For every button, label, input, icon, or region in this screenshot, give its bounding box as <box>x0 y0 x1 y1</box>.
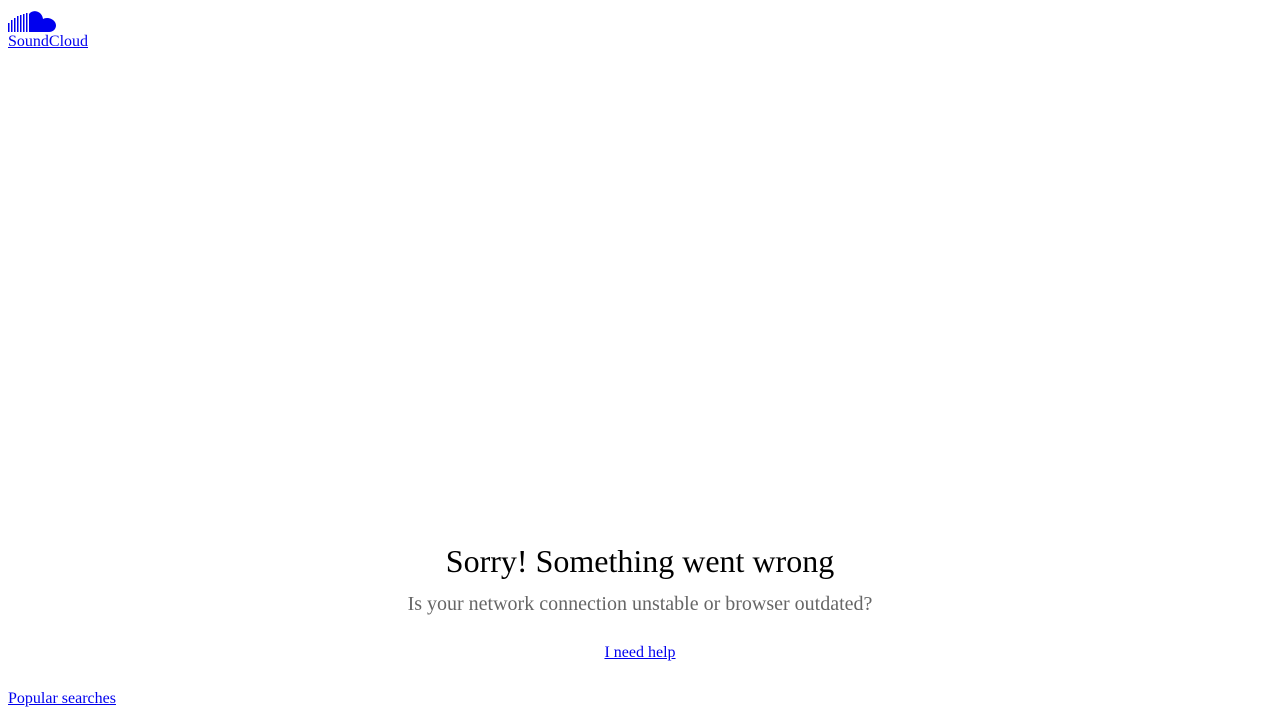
soundcloud-cloud-icon <box>8 11 56 32</box>
error-page: SoundCloud Sorry! Something went wrong I… <box>0 0 1280 720</box>
error-message-block: Sorry! Something went wrong Is your netw… <box>0 540 1280 662</box>
popular-searches-link[interactable]: Popular searches <box>8 690 116 708</box>
logo-text: SoundCloud <box>8 33 89 50</box>
soundcloud-logo-link[interactable]: SoundCloud <box>8 10 88 51</box>
error-subtitle: Is your network connection unstable or b… <box>407 593 873 615</box>
help-link[interactable]: I need help <box>604 644 675 662</box>
error-title: Sorry! Something went wrong <box>445 543 835 579</box>
